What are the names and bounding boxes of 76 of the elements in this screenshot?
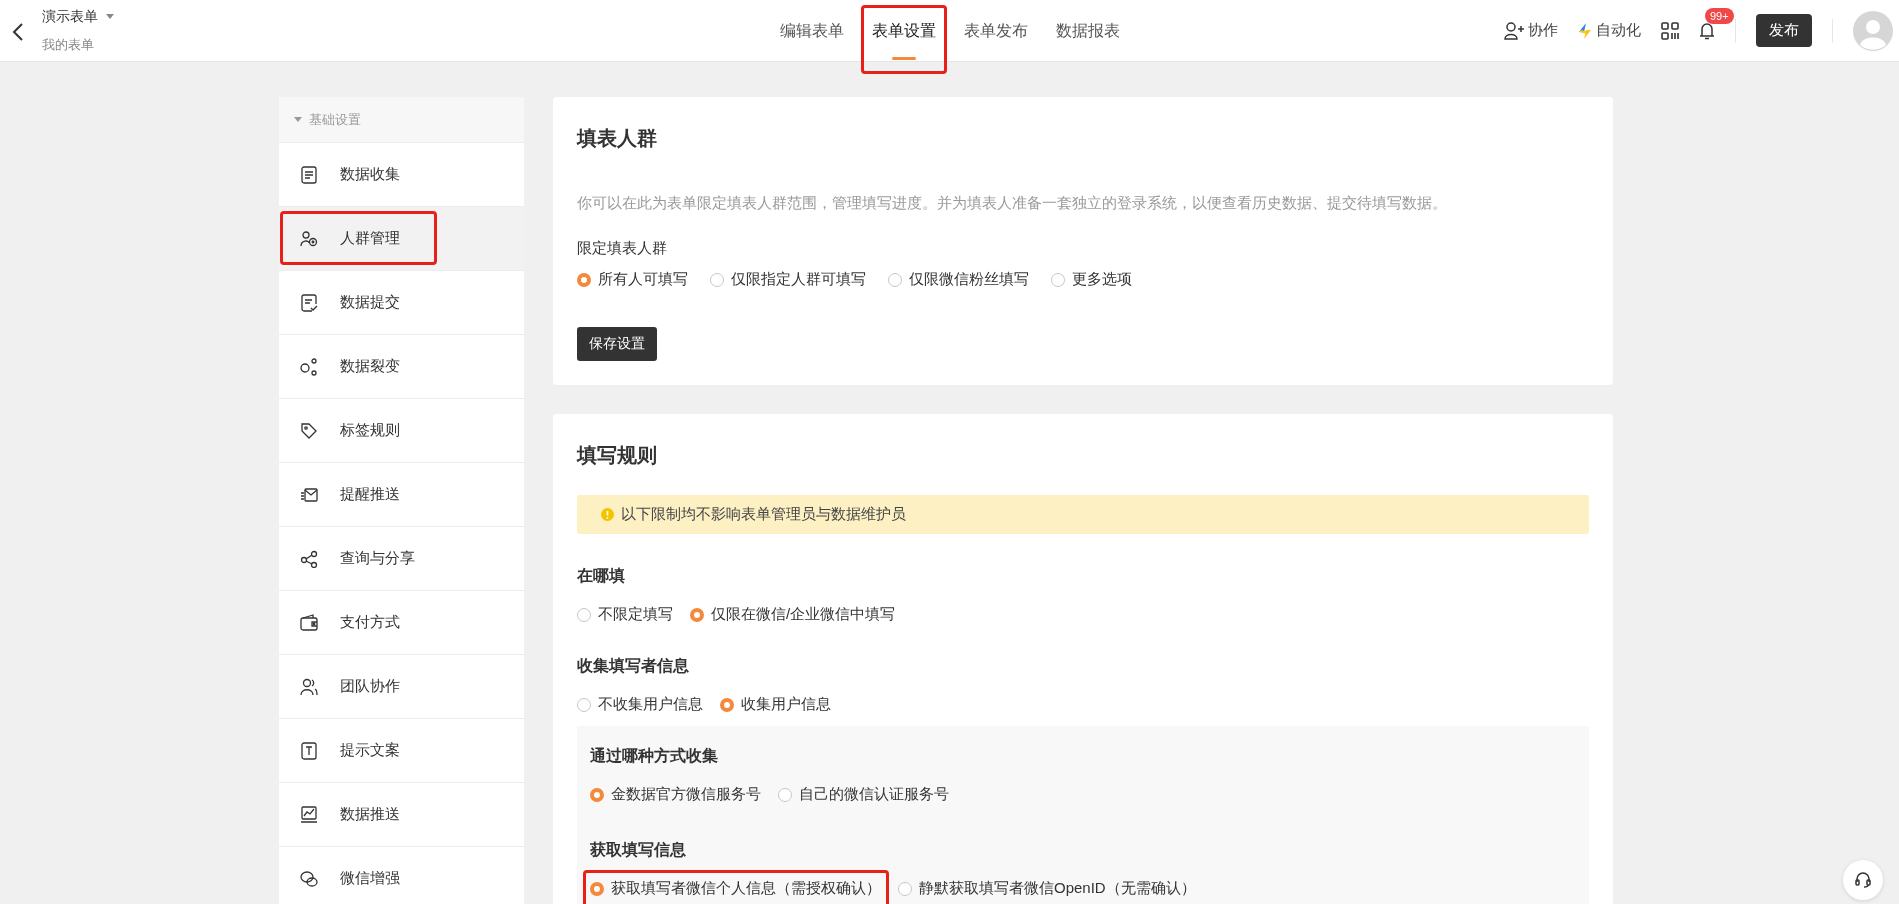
warning-icon: [601, 508, 614, 521]
sidebar-item[interactable]: 提醒推送: [279, 463, 524, 527]
sidebar-item[interactable]: 团队协作: [279, 655, 524, 719]
field-label: 限定填表人群: [577, 239, 668, 258]
menu-item-icon: [300, 869, 318, 888]
notice-text: 以下限制均不影响表单管理员与数据维护员: [621, 505, 906, 524]
option-label: 所有人可填写: [598, 270, 688, 289]
sidebar-item[interactable]: 提示文案: [279, 719, 524, 783]
card-description: 你可以在此为表单限定填表人群范围，管理填写进度。并为填表人准备一套独立的登录系统，以便查看历史数据、提交待填写数据。: [577, 194, 1448, 213]
option-label: 不限定填写: [598, 605, 673, 624]
menu-item-icon: [300, 165, 318, 184]
sidebar-item[interactable]: 数据提交: [279, 271, 524, 335]
add-person-icon: [1504, 21, 1524, 40]
radio-button[interactable]: [577, 272, 591, 287]
automation-button[interactable]: 自动化: [1578, 21, 1641, 40]
menu-item-icon: [300, 229, 318, 248]
radio-button[interactable]: [577, 697, 591, 712]
sidebar-item[interactable]: 查询与分享: [279, 527, 524, 591]
menu-item-icon: [300, 421, 318, 440]
radio-button[interactable]: [590, 787, 604, 802]
card-title: 填写规则: [577, 443, 658, 468]
bell-icon[interactable]: [1699, 21, 1715, 40]
sidebar-item[interactable]: 人群管理: [279, 207, 524, 271]
sidebar-item[interactable]: 数据裂变: [279, 335, 524, 399]
radio-option[interactable]: 所有人可填写: [577, 270, 688, 289]
nav-tab[interactable]: 数据报表: [1053, 18, 1122, 44]
radio-button[interactable]: [590, 881, 604, 896]
radio-option[interactable]: 不收集用户信息: [577, 695, 703, 714]
sidebar-item[interactable]: 支付方式: [279, 591, 524, 655]
radio-button[interactable]: [778, 787, 792, 802]
back-icon[interactable]: [12, 21, 24, 42]
menu-item-icon: [300, 549, 318, 568]
card-title: 填表人群: [577, 126, 658, 151]
nav-tab[interactable]: 表单设置: [869, 18, 938, 44]
option-label: 不收集用户信息: [598, 695, 703, 714]
nav-tab[interactable]: 编辑表单: [777, 18, 846, 44]
menu-item-icon: [300, 741, 318, 760]
radio-button[interactable]: [1051, 272, 1065, 287]
publish-button[interactable]: 发布: [1756, 14, 1812, 47]
menu-item-icon: [300, 357, 318, 376]
radio-button[interactable]: [710, 272, 724, 287]
radio-option[interactable]: 更多选项: [1051, 270, 1132, 289]
menu-item-icon: [300, 293, 318, 312]
radio-button[interactable]: [577, 607, 591, 622]
support-button[interactable]: [1843, 860, 1883, 900]
section-title: 收集填写者信息: [577, 656, 690, 676]
radio-button[interactable]: [898, 881, 912, 896]
headset-icon: [1854, 871, 1872, 889]
menu-item-icon: [300, 677, 318, 696]
avatar-icon[interactable]: [1853, 10, 1893, 51]
nav-tab[interactable]: 表单发布: [961, 18, 1030, 44]
radio-option[interactable]: 不限定填写: [577, 605, 673, 624]
sidebar-item[interactable]: 标签规则: [279, 399, 524, 463]
notification-badge: 99+: [1705, 7, 1734, 24]
breadcrumb-link[interactable]: 我的表单: [42, 35, 114, 54]
radio-button[interactable]: [690, 607, 704, 622]
save-button[interactable]: 保存设置: [577, 327, 657, 361]
section-title: 获取填写信息: [590, 840, 687, 860]
sidebar-item[interactable]: 数据推送: [279, 783, 524, 847]
grid-icon[interactable]: [1661, 21, 1679, 40]
option-label: 更多选项: [1072, 270, 1132, 289]
radio-button[interactable]: [888, 272, 902, 287]
lightning-icon: [1578, 22, 1592, 39]
radio-button[interactable]: [720, 697, 734, 712]
option-label: 收集用户信息: [741, 695, 831, 714]
collaborate-button[interactable]: 协作: [1504, 21, 1558, 40]
group-label: 基础设置: [309, 110, 361, 129]
menu-item-icon: [300, 485, 318, 504]
radio-option[interactable]: 收集用户信息: [720, 695, 831, 714]
menu-item-icon: [300, 805, 318, 824]
section-title: 通过哪种方式收集: [590, 746, 719, 766]
caret-icon[interactable]: [106, 14, 114, 19]
section-title: 在哪填: [577, 566, 626, 586]
menu-item-icon: [300, 613, 318, 632]
sidebar-item[interactable]: 微信增强: [279, 847, 524, 904]
form-title[interactable]: 演示表单: [42, 7, 98, 26]
